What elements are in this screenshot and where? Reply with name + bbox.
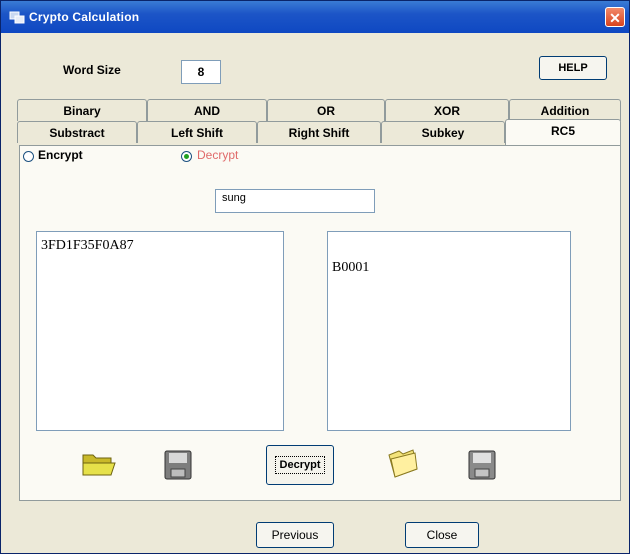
tab-addition[interactable]: Addition	[509, 99, 621, 121]
window-title: Crypto Calculation	[29, 10, 140, 24]
decrypt-label: Decrypt	[197, 148, 239, 162]
tab-rc5[interactable]: RC5	[505, 119, 621, 145]
folder-open-icon[interactable]	[81, 449, 117, 479]
tab-substract[interactable]: Substract	[17, 121, 137, 143]
tab-binary[interactable]: Binary	[17, 99, 147, 121]
folder-open-icon[interactable]	[385, 445, 421, 481]
input-textarea[interactable]: 3FD1F35F0A87	[36, 231, 284, 431]
close-button-label: Close	[426, 528, 458, 542]
tab-subkey[interactable]: Subkey	[381, 121, 505, 143]
tab-left-shift[interactable]: Left Shift	[137, 121, 257, 143]
title-bar[interactable]: Crypto Calculation ✕	[1, 1, 629, 33]
close-window-button[interactable]: ✕	[605, 7, 625, 27]
crypto-window: Crypto Calculation ✕ Word Size 8 HELP Bi…	[0, 0, 630, 554]
help-button[interactable]: HELP	[539, 56, 607, 80]
decrypt-button-label: Decrypt	[274, 456, 326, 474]
close-button[interactable]: Close	[405, 522, 479, 548]
encrypt-label: Encrypt	[38, 148, 83, 162]
word-size-field[interactable]: 8	[181, 60, 221, 84]
tab-right-shift[interactable]: Right Shift	[257, 121, 381, 143]
tab-or[interactable]: OR	[267, 99, 385, 121]
previous-button-label: Previous	[271, 528, 319, 542]
output-textarea[interactable]: B0001	[327, 231, 571, 431]
decrypt-radio[interactable]	[181, 151, 192, 162]
save-disk-icon[interactable]	[163, 449, 193, 481]
word-size-label: Word Size	[63, 63, 121, 77]
encrypt-radio[interactable]	[23, 151, 34, 162]
tab-xor[interactable]: XOR	[385, 99, 509, 121]
key-input[interactable]: sung	[215, 189, 375, 213]
save-disk-icon[interactable]	[467, 449, 497, 481]
decrypt-button[interactable]: Decrypt	[266, 445, 334, 485]
tab-and[interactable]: AND	[147, 99, 267, 121]
previous-button[interactable]: Previous	[256, 522, 334, 548]
app-icon	[9, 11, 25, 24]
